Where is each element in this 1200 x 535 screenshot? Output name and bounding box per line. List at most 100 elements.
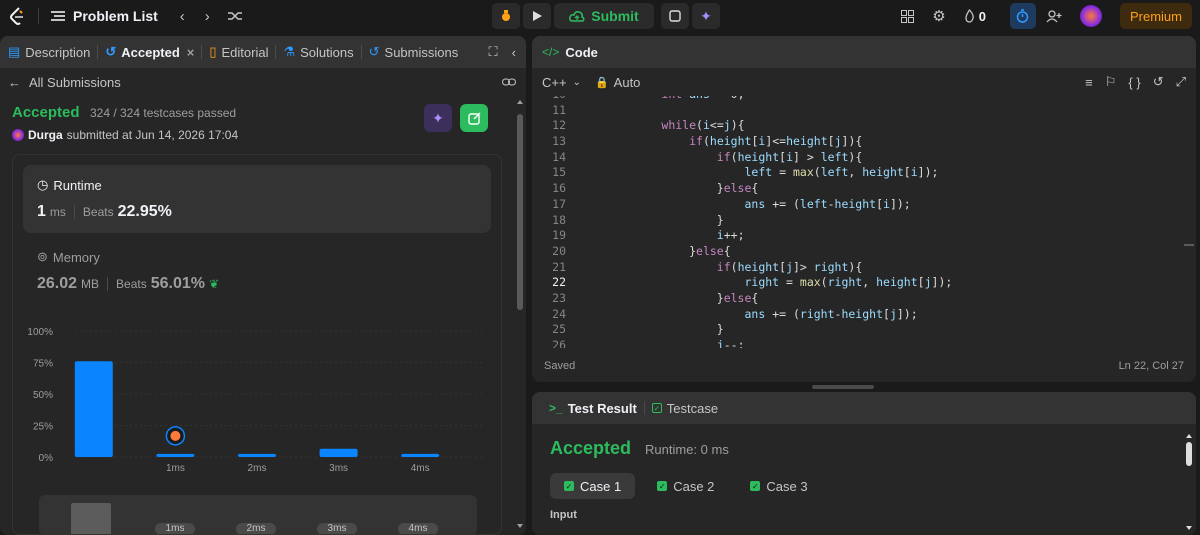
ai-assist-button[interactable]: ✦ bbox=[692, 3, 720, 29]
testcases-passed: 324 / 324 testcases passed bbox=[89, 106, 237, 120]
code-text: } bbox=[606, 322, 724, 337]
runtime-distribution-chart: 100% 75% 50% 25% 0% 1ms 2ms 3ms 4ms bbox=[27, 327, 483, 474]
code-line[interactable]: 11 bbox=[532, 103, 1196, 119]
sparkle-icon: ✦ bbox=[432, 109, 444, 126]
tab-solutions-label: Solutions bbox=[300, 44, 354, 60]
back-arrow-icon: ← bbox=[8, 74, 21, 90]
shuffle-icon[interactable] bbox=[227, 10, 242, 22]
problem-list-icon[interactable] bbox=[51, 10, 65, 22]
fullscreen-icon[interactable]: ⤢ bbox=[1176, 74, 1186, 90]
debug-button[interactable] bbox=[492, 3, 520, 29]
editor-scroll-indicator[interactable] bbox=[1184, 244, 1194, 246]
memory-unit: MB bbox=[81, 277, 100, 291]
code-line[interactable]: 20 }else{ bbox=[532, 244, 1196, 260]
submission-panel: ▤ Description ↺ Accepted × ▯ Editorial ⚗… bbox=[0, 36, 526, 535]
submit-button[interactable]: Submit bbox=[554, 3, 654, 29]
next-problem-icon[interactable]: › bbox=[205, 8, 210, 25]
line-number: 12 bbox=[552, 118, 566, 133]
case-2-button[interactable]: ✓ Case 2 bbox=[643, 473, 728, 499]
reset-code-icon[interactable]: ↺ bbox=[1153, 74, 1164, 90]
chart-overview-scroller[interactable]: 1ms 2ms 3ms 4ms bbox=[39, 495, 477, 534]
code-line[interactable]: 10 int ans = 0; bbox=[532, 96, 1196, 103]
tab-submissions[interactable]: ↺ Submissions bbox=[362, 44, 466, 60]
line-number: 23 bbox=[552, 290, 566, 305]
code-line[interactable]: 13 if(height[i]<=height[j]){ bbox=[532, 134, 1196, 150]
code-line[interactable]: 18 } bbox=[532, 213, 1196, 229]
timer-button[interactable] bbox=[1009, 3, 1036, 29]
result-panel-scrollbar[interactable] bbox=[1185, 432, 1193, 532]
submitter-name[interactable]: Durga bbox=[28, 128, 63, 142]
code-line[interactable]: 14 if(height[i] > left){ bbox=[532, 150, 1196, 166]
notes-button[interactable] bbox=[661, 3, 689, 29]
streak-counter[interactable]: 0 bbox=[964, 9, 986, 24]
code-line[interactable]: 12 while(i<=j){ bbox=[532, 118, 1196, 134]
ai-analyze-button[interactable]: ✦ bbox=[424, 104, 452, 132]
layout-grid-icon[interactable] bbox=[901, 9, 915, 23]
close-tab-icon[interactable]: × bbox=[187, 45, 195, 60]
code-line[interactable]: 19 i++; bbox=[532, 228, 1196, 244]
runtime-beats-pct: 22.95% bbox=[117, 203, 172, 220]
case-1-button[interactable]: ✓ Case 1 bbox=[550, 473, 636, 499]
code-text: if(height[i]<=height[j]){ bbox=[689, 134, 863, 149]
code-line[interactable]: 26 j--; bbox=[532, 338, 1196, 348]
line-number: 15 bbox=[552, 165, 566, 180]
autocomplete-mode[interactable]: 🔒 Auto bbox=[595, 75, 640, 90]
prev-problem-icon[interactable]: ‹ bbox=[180, 8, 185, 25]
line-number: 21 bbox=[552, 259, 566, 274]
share-link-icon[interactable] bbox=[502, 75, 516, 90]
all-submissions-link[interactable]: ← All Submissions bbox=[8, 75, 121, 90]
code-line[interactable]: 22 right = max(right, height[j]); bbox=[532, 275, 1196, 291]
code-line[interactable]: 23 }else{ bbox=[532, 291, 1196, 307]
stopwatch-icon bbox=[1017, 9, 1029, 23]
code-text: }else{ bbox=[606, 290, 759, 305]
premium-button[interactable]: Premium bbox=[1119, 3, 1192, 29]
tab-testcase[interactable]: ✓ Testcase bbox=[645, 401, 725, 416]
code-editor[interactable]: 10 int ans = 0;1112 while(i<=j){13 if(he… bbox=[532, 96, 1196, 348]
maximize-icon[interactable]: ⛶ bbox=[489, 44, 498, 60]
add-friend-icon[interactable] bbox=[1046, 9, 1062, 23]
panel-resize-handle[interactable] bbox=[812, 385, 874, 389]
bookmark-icon[interactable]: ⚐ bbox=[1105, 74, 1117, 90]
code-line[interactable]: 16 }else{ bbox=[532, 181, 1196, 197]
tab-description[interactable]: ▤ Description bbox=[0, 44, 97, 60]
code-panel-header: </> Code bbox=[532, 36, 1196, 68]
test-result-status: Accepted bbox=[550, 438, 632, 458]
history-icon: ↺ bbox=[105, 44, 117, 59]
top-bar: Problem List ‹ › Submit ✦ ⚙ 0 Premium bbox=[0, 0, 1200, 32]
braces-icon[interactable]: { } bbox=[1128, 75, 1140, 90]
run-button[interactable] bbox=[523, 3, 551, 29]
overview-tick-label: 1ms bbox=[166, 523, 185, 534]
y-tick-label: 100% bbox=[27, 327, 53, 338]
code-text: i++; bbox=[716, 228, 745, 243]
format-code-icon[interactable]: ≡ bbox=[1085, 75, 1093, 90]
left-panel-scrollbar[interactable] bbox=[516, 98, 524, 530]
code-line[interactable]: 17 ans += (left-height[i]); bbox=[532, 197, 1196, 213]
runtime-beats-label: Beats bbox=[82, 205, 114, 219]
tab-accepted[interactable]: ↺ Accepted × bbox=[98, 44, 201, 60]
tab-test-result[interactable]: >_ Test Result bbox=[542, 401, 644, 416]
language-select[interactable]: C++ ⌄ bbox=[542, 75, 581, 90]
user-avatar[interactable] bbox=[1079, 5, 1102, 27]
code-line[interactable]: 21 if(height[j]> right){ bbox=[532, 260, 1196, 276]
edit-solution-button[interactable] bbox=[460, 104, 488, 132]
code-line[interactable]: 25 } bbox=[532, 322, 1196, 338]
code-line[interactable]: 24 ans += (right-height[j]); bbox=[532, 307, 1196, 323]
code-line[interactable]: 15 left = max(left, height[i]); bbox=[532, 165, 1196, 181]
code-text: int ans = 0; bbox=[566, 96, 744, 103]
settings-gear-icon[interactable]: ⚙ bbox=[932, 7, 945, 25]
line-number: 11 bbox=[552, 102, 566, 117]
cloud-upload-icon bbox=[569, 11, 585, 22]
case-3-button[interactable]: ✓ Case 3 bbox=[736, 473, 821, 499]
submitter-avatar bbox=[12, 129, 24, 141]
collapse-panel-icon[interactable]: ‹ bbox=[512, 45, 516, 60]
tab-editorial[interactable]: ▯ Editorial bbox=[202, 44, 275, 60]
problem-list-link[interactable]: Problem List bbox=[73, 8, 158, 24]
tab-solutions[interactable]: ⚗ Solutions bbox=[276, 44, 360, 60]
line-number: 14 bbox=[552, 149, 566, 164]
runtime-label: Runtime bbox=[53, 177, 102, 193]
leetcode-logo-icon[interactable] bbox=[8, 6, 26, 26]
memory-box[interactable]: ⊚ Memory 26.02 MB Beats 56.01% ❦ bbox=[23, 243, 491, 299]
runtime-box[interactable]: ◷ Runtime 1 ms Beats 22.95% bbox=[23, 165, 491, 233]
tab-test-result-label: Test Result bbox=[567, 400, 637, 416]
clock-icon: ◷ bbox=[37, 177, 49, 192]
